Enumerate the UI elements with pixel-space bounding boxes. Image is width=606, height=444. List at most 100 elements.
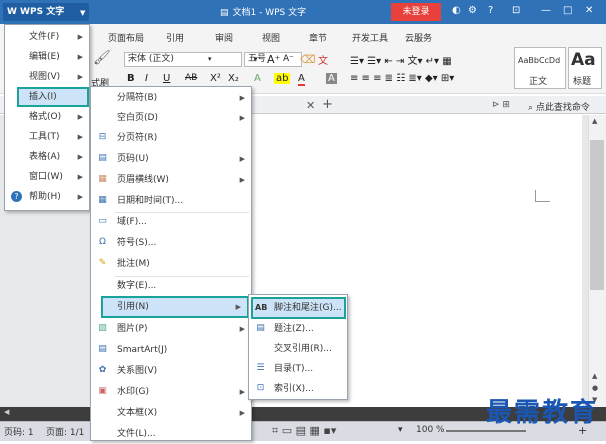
find-command[interactable]: ⌕ 点此查找命令 [528,100,590,113]
search-icon: ⌕ [528,103,534,113]
bullets-icon[interactable]: ☰▾ ☰▾ ⇤ ⇥ 文▾ ↵▾ ▦ [350,52,452,67]
toc-item[interactable]: ☰ 目录(T)... [249,359,347,379]
chevron-right-icon: ▶ [77,193,83,201]
index-item[interactable]: ⊡ 索引(X)... [249,379,347,399]
zoom-level[interactable]: 100 % [416,425,445,435]
sync-icon[interactable]: ⊳ ⊞ [492,100,510,110]
chevron-right-icon: ▶ [239,388,245,396]
settings-icon[interactable]: ⚙ [468,5,477,16]
menu-help[interactable]: ? 帮助(H) ▶ [5,187,89,207]
cross-reference-item[interactable]: 交叉引用(R)... [249,339,347,359]
highlight-icon[interactable]: ab [274,73,291,84]
style-normal[interactable]: AaBbCcDd 正文 [514,47,566,89]
view-mode-icons[interactable]: ⌗ ▭ ▤ ▦ ▪▾ [272,424,336,438]
insert-blank-page[interactable]: 空白页(D) ▶ [91,108,251,128]
chevron-right-icon: ▶ [77,53,83,61]
wps-menu-button[interactable]: W WPS 文字 [3,3,89,21]
menu-table[interactable]: 表格(A) ▶ [5,147,89,167]
new-tab-icon[interactable]: + [322,97,333,112]
size-dropdown-icon[interactable]: ▾ [254,55,258,63]
chevron-right-icon: ▶ [235,303,241,311]
menu-insert[interactable]: 插入(I)▶ [17,87,97,107]
style-label: 正文 [529,77,548,87]
close-button[interactable]: ✕ [585,5,593,16]
fullscreen-icon[interactable]: ⊡ [512,5,520,16]
text-effect-icon[interactable]: A [254,73,261,84]
alignment-icons[interactable]: ≡ ≡ ≡ ≣ ☷ ≣▾ ◆▾ ⊞▾ [350,73,454,84]
tab-cloud[interactable]: 云服务 [405,31,432,44]
zoom-dropdown-icon[interactable]: ▾ [398,425,403,435]
insert-date-time[interactable]: ▦ 日期和时间(T)... [91,191,251,211]
insert-smartart[interactable]: ▤ SmartArt(J) [91,340,251,360]
tab-page-layout[interactable]: 页面布局 [108,31,144,44]
insert-separator[interactable]: 分隔符(B) ▶ [91,88,251,108]
zoom-slider[interactable] [446,430,526,432]
scroll-left-icon[interactable]: ◀ [4,408,9,416]
font-color-icon[interactable]: A [298,73,305,86]
bold-icon[interactable]: B [127,73,135,84]
clear-format-icon[interactable]: ⌫ [300,53,316,66]
reference-submenu: AB 脚注和尾注(G)... ▤ 题注(Z)... 交叉引用(R)... ☰ 目录(T… [248,294,348,400]
menu-tools[interactable]: 工具(T) ▶ [5,127,89,147]
tab-review[interactable]: 审阅 [215,31,233,44]
format-painter-icon[interactable]: 🖌 [93,50,111,66]
insert-comment[interactable]: ✎ 批注(M) [91,254,251,274]
help-icon: ? [11,191,22,202]
relation-icon: ✿ [98,365,107,375]
menu-edit[interactable]: 编辑(E) ▶ [5,47,89,67]
scroll-up-icon[interactable]: ▲ [592,117,597,125]
help-button[interactable]: ? [488,5,493,16]
prev-page-icon[interactable]: ▲ [592,372,597,380]
minimize-button[interactable]: — [541,5,551,16]
menu-file[interactable]: 文件(F) ▶ [5,27,89,47]
shrink-font-icon[interactable]: A⁻ [283,54,294,64]
chevron-down-icon[interactable]: ▼ [80,9,85,17]
insert-page-number[interactable]: ▤ 页码(U) ▶ [91,149,251,169]
style-preview: Aa [571,50,596,70]
scroll-thumb[interactable] [590,140,604,290]
close-tab-icon[interactable]: ✕ [306,99,315,112]
underline-icon[interactable]: U [163,73,170,84]
insert-textbox[interactable]: 文本框(X) ▶ [91,403,251,423]
grow-font-icon[interactable]: A⁺ [267,53,280,66]
caption-item[interactable]: ▤ 题注(Z)... [249,319,347,339]
insert-reference[interactable]: 引用(N) ▶ [101,296,249,318]
tab-view[interactable]: 视图 [262,31,280,44]
maximize-button[interactable]: □ [563,5,572,16]
insert-header-line[interactable]: ▦ 页眉横线(W) ▶ [91,170,251,190]
menu-view[interactable]: 视图(V) ▶ [5,67,89,87]
insert-symbol[interactable]: Ω 符号(S)... [91,233,251,253]
subscript-icon[interactable]: X₂ [228,73,239,84]
window-title: ▤ 文档1 - WPS 文字 [220,5,310,18]
ribbon-tab-bar [0,24,606,44]
font-name-select[interactable]: 宋体 (正文) [124,52,242,67]
style-heading[interactable]: Aa 标题 [568,47,602,89]
insert-watermark[interactable]: ▣ 水印(G) ▶ [91,382,251,402]
insert-submenu: 分隔符(B) ▶ 空白页(D) ▶ ⊟ 分页符(R) ▤ 页码(U) ▶ ▦ 页眉横线(W)… [90,86,252,441]
phonetic-icon[interactable]: 文 [318,52,328,67]
menu-format[interactable]: 格式(O) ▶ [5,107,89,127]
smartart-icon: ▤ [98,344,107,354]
chevron-right-icon: ▶ [239,94,245,102]
tab-reference[interactable]: 引用 [166,31,184,44]
insert-file[interactable]: 文件(L)... [91,424,251,444]
font-dropdown-icon[interactable]: ▾ [208,55,212,63]
tab-developer[interactable]: 开发工具 [352,31,388,44]
document-icon: ▤ [220,8,229,18]
tab-section[interactable]: 章节 [309,31,327,44]
char-shading-icon[interactable]: A [326,73,337,84]
insert-page-break[interactable]: ⊟ 分页符(R) [91,128,251,148]
strikethrough-icon[interactable]: AB [185,73,197,83]
footnote-endnote-item[interactable]: AB 脚注和尾注(G)... [251,297,346,319]
chevron-right-icon: ▶ [239,325,245,333]
superscript-icon[interactable]: X² [210,73,221,84]
italic-icon[interactable]: I [145,73,148,84]
login-button[interactable]: 未登录 [391,3,441,21]
insert-field[interactable]: ▭ 域(F)... [91,212,251,232]
skin-icon[interactable]: ◐ [452,5,461,16]
insert-picture[interactable]: ▨ 图片(P) ▶ [91,319,251,339]
select-browse-icon[interactable]: ● [592,384,598,392]
menu-window[interactable]: 窗口(W) ▶ [5,167,89,187]
insert-number[interactable]: 数字(E)... [91,276,251,296]
insert-relation-chart[interactable]: ✿ 关系图(V) [91,361,251,381]
